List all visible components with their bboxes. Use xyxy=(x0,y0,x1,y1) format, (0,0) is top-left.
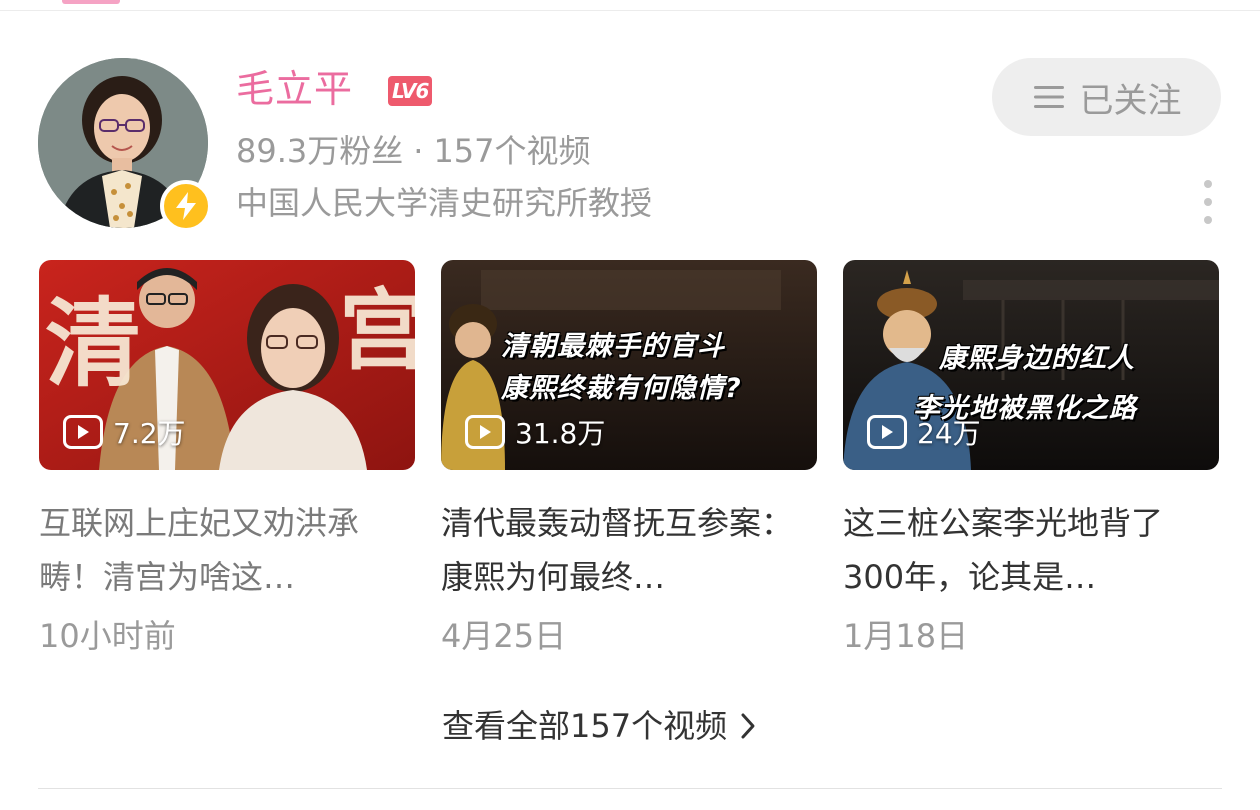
menu-lines-icon xyxy=(1033,86,1064,108)
video-card[interactable]: 清 宫 7.2万 互联网上庄妃又劝洪承畴！清宫为啥这… 10小时前 xyxy=(39,260,415,656)
play-icon xyxy=(465,415,505,449)
play-icon xyxy=(63,415,103,449)
view-count: 24万 xyxy=(867,412,981,452)
creator-stats: 89.3万粉丝 · 157个视频 xyxy=(236,128,591,174)
thumbnail-text-1: 清朝最棘手的官斗 xyxy=(501,331,725,362)
video-thumbnail[interactable]: 康熙身边的红人 李光地被黑化之路 24万 xyxy=(843,260,1219,470)
video-count: 157个视频 xyxy=(433,132,591,170)
view-all-label: 查看全部157个视频 xyxy=(442,707,728,745)
play-icon xyxy=(867,415,907,449)
top-tab-indicator xyxy=(62,0,120,4)
lightning-icon xyxy=(176,192,196,220)
following-button[interactable]: 已关注 xyxy=(992,58,1221,136)
video-thumbnail[interactable]: 清 宫 7.2万 xyxy=(39,260,415,470)
video-date: 10小时前 xyxy=(39,617,176,655)
view-count: 7.2万 xyxy=(63,412,186,452)
video-card[interactable]: 清朝最棘手的官斗 康熙终裁有何隐情? 31.8万 清代最轰动督抚互参案：康熙为何… xyxy=(441,260,817,656)
view-count-text: 24万 xyxy=(917,417,981,450)
chevron-right-icon xyxy=(741,713,755,739)
creator-card: 毛立平 LV6 89.3万粉丝 · 157个视频 中国人民大学清史研究所教授 已关注 xyxy=(0,0,1260,810)
video-date: 1月18日 xyxy=(843,617,969,655)
more-vertical-icon[interactable] xyxy=(1196,180,1220,224)
thumbnail-text-2: 宫 xyxy=(339,279,415,382)
video-title[interactable]: 这三桩公案李光地背了300年，论其是… xyxy=(843,496,1203,604)
video-date: 4月25日 xyxy=(441,617,567,655)
video-title[interactable]: 清代最轰动督抚互参案：康熙为何最终… xyxy=(441,496,801,604)
fans-count: 89.3万粉丝 xyxy=(236,132,404,170)
view-all-videos-link[interactable]: 查看全部157个视频 xyxy=(442,704,757,748)
level-badge: LV6 xyxy=(388,76,433,106)
following-button-label: 已关注 xyxy=(1079,80,1182,121)
top-divider xyxy=(0,10,1260,11)
verified-badge xyxy=(160,180,212,232)
stats-separator: · xyxy=(413,132,424,170)
view-count: 31.8万 xyxy=(465,412,605,452)
video-card[interactable]: 康熙身边的红人 李光地被黑化之路 24万 这三桩公案李光地背了300年，论其是…… xyxy=(843,260,1219,656)
view-count-text: 7.2万 xyxy=(113,417,186,450)
video-thumbnail[interactable]: 清朝最棘手的官斗 康熙终裁有何隐情? 31.8万 xyxy=(441,260,817,470)
thumbnail-text-1: 康熙身边的红人 xyxy=(939,343,1135,374)
creator-name[interactable]: 毛立平 xyxy=(236,64,353,114)
thumbnail-text-2: 康熙终裁有何隐情? xyxy=(501,373,742,404)
view-count-text: 31.8万 xyxy=(515,417,606,450)
creator-bio: 中国人民大学清史研究所教授 xyxy=(236,184,653,222)
video-title[interactable]: 互联网上庄妃又劝洪承畴！清宫为啥这… xyxy=(39,496,399,604)
bottom-divider xyxy=(38,788,1222,789)
